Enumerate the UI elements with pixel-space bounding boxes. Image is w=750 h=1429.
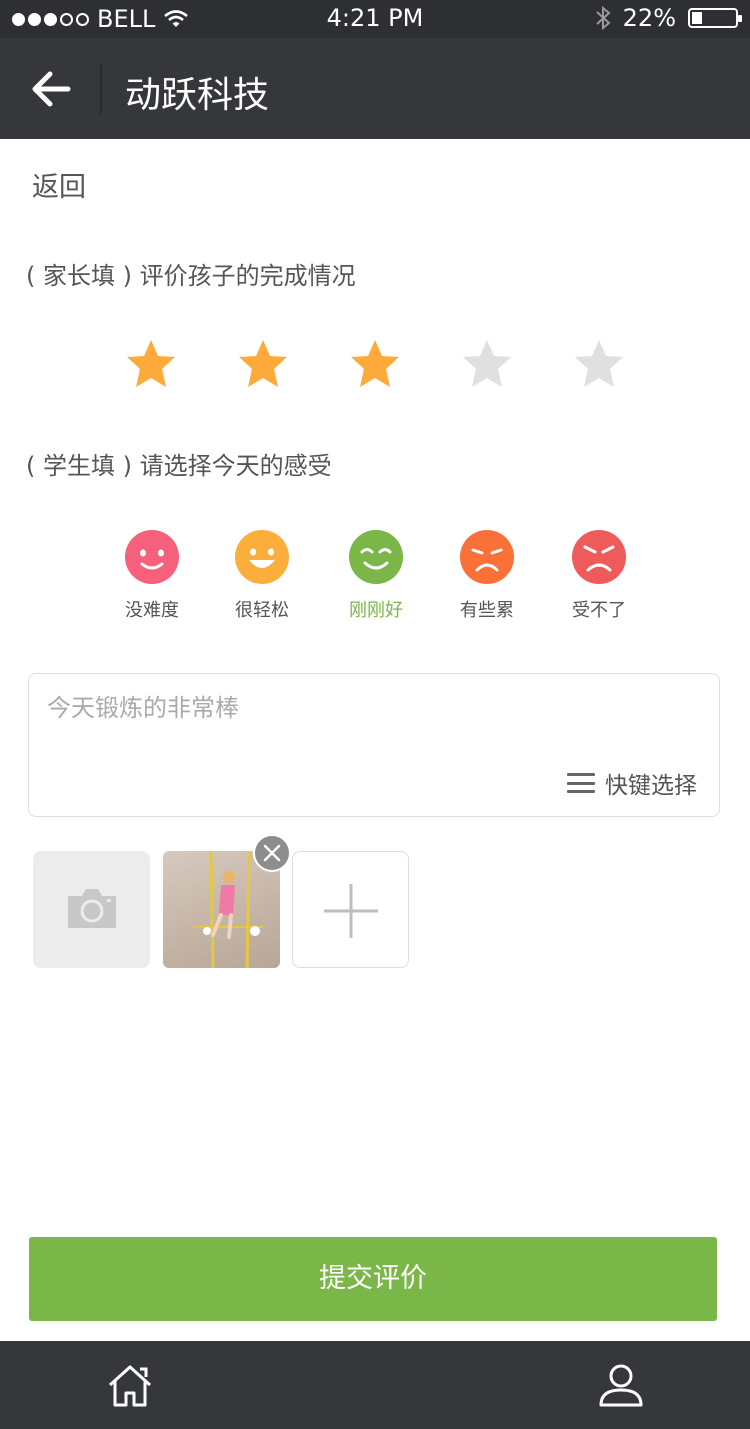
profile-icon[interactable] bbox=[596, 1361, 646, 1411]
mood-option-easy[interactable]: 没难度 bbox=[102, 530, 202, 622]
remove-photo-button[interactable] bbox=[253, 834, 291, 872]
evaluation-page: BELL 4:21 PM 22% 动跃科技 返回 ( 家长填 ) 评价孩子的完成… bbox=[0, 0, 750, 1429]
mood-option-too-hard[interactable]: 受不了 bbox=[549, 530, 649, 622]
mood-label: 没难度 bbox=[125, 600, 179, 621]
quick-select-button[interactable]: 快键选择 bbox=[567, 766, 697, 800]
comment-input[interactable] bbox=[47, 688, 687, 748]
mood-label: 有些累 bbox=[460, 600, 514, 621]
submit-button[interactable]: 提交评价 bbox=[29, 1237, 717, 1321]
tab-bar bbox=[0, 1341, 750, 1429]
mood-option-relaxed[interactable]: 很轻松 bbox=[212, 530, 312, 622]
quick-select-label: 快键选择 bbox=[605, 773, 697, 799]
page-title: 动跃科技 bbox=[125, 75, 270, 116]
nav-divider bbox=[100, 64, 102, 114]
star-rating bbox=[125, 338, 625, 390]
star-icon[interactable] bbox=[349, 338, 401, 390]
star-icon[interactable] bbox=[237, 338, 289, 390]
content-face-icon bbox=[349, 530, 403, 584]
angry-face-icon bbox=[572, 530, 626, 584]
smile-face-icon bbox=[125, 530, 179, 584]
battery-percent: 22% bbox=[622, 4, 676, 32]
mood-label: 很轻松 bbox=[235, 600, 289, 621]
grin-face-icon bbox=[235, 530, 289, 584]
mood-option-tired[interactable]: 有些累 bbox=[437, 530, 537, 622]
status-right: 22% bbox=[595, 4, 742, 32]
camera-button[interactable] bbox=[33, 851, 150, 968]
camera-icon bbox=[68, 889, 116, 928]
battery-icon bbox=[688, 8, 742, 28]
parent-section-label: ( 家长填 ) 评价孩子的完成情况 bbox=[26, 262, 356, 290]
mood-label: 刚刚好 bbox=[349, 600, 403, 621]
status-bar: BELL 4:21 PM 22% bbox=[0, 0, 750, 38]
menu-icon bbox=[567, 773, 595, 793]
comment-box: 快键选择 bbox=[28, 673, 720, 817]
back-link[interactable]: 返回 bbox=[32, 165, 86, 204]
close-icon bbox=[263, 844, 281, 862]
home-icon[interactable] bbox=[105, 1361, 155, 1411]
student-section-label: ( 学生填 ) 请选择今天的感受 bbox=[26, 452, 332, 480]
plus-icon bbox=[324, 884, 378, 938]
sad-face-icon bbox=[460, 530, 514, 584]
star-icon[interactable] bbox=[461, 338, 513, 390]
nav-bar: 动跃科技 bbox=[0, 38, 750, 139]
back-arrow-icon[interactable] bbox=[30, 68, 72, 110]
add-photo-button[interactable] bbox=[292, 851, 409, 968]
star-icon[interactable] bbox=[573, 338, 625, 390]
mood-label: 受不了 bbox=[572, 600, 626, 621]
bluetooth-icon bbox=[595, 5, 611, 31]
mood-option-just-right[interactable]: 刚刚好 bbox=[326, 530, 426, 622]
star-icon[interactable] bbox=[125, 338, 177, 390]
